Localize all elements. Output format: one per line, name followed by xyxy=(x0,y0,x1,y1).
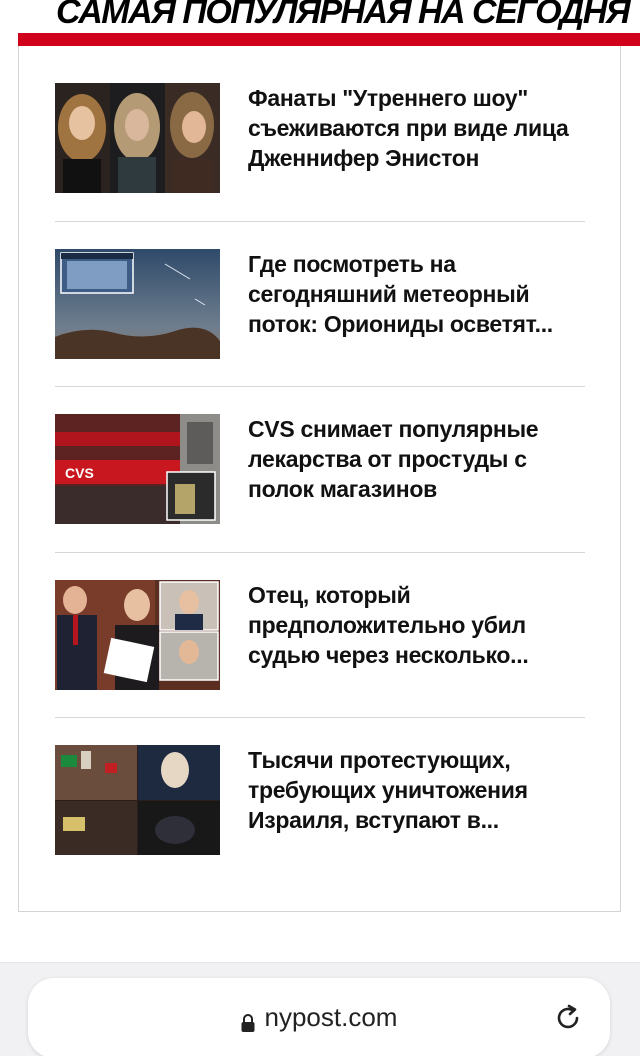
article-item-5[interactable]: Тысячи протестующих, требующих уничтожен… xyxy=(55,745,585,855)
article-thumbnail-4[interactable] xyxy=(55,580,220,690)
browser-bottom-bar: nypost.com xyxy=(0,962,640,1056)
article-headline-1[interactable]: Фанаты "Утреннего шоу" съеживаются при в… xyxy=(248,83,588,173)
article-item-1[interactable]: Фанаты "Утреннего шоу" съеживаются при в… xyxy=(55,83,585,193)
article-item-4[interactable]: Отец, который предположительно убил судь… xyxy=(55,580,585,690)
article-divider xyxy=(55,221,585,222)
address-bar[interactable]: nypost.com xyxy=(28,978,610,1056)
url-text: nypost.com xyxy=(264,1002,398,1032)
article-headline-2[interactable]: Где посмотреть на сегодняшний метеорный … xyxy=(248,249,588,339)
article-thumbnail-3[interactable]: CVS xyxy=(55,414,220,524)
article-thumbnail-2[interactable] xyxy=(55,249,220,359)
reload-icon[interactable] xyxy=(553,1003,583,1033)
address-display[interactable]: nypost.com xyxy=(28,1002,610,1033)
section-title: САМАЯ ПОПУЛЯРНАЯ НА СЕГОДНЯ xyxy=(56,0,631,31)
page: САМАЯ ПОПУЛЯРНАЯ НА СЕГОДНЯ Фанаты "Утре… xyxy=(0,0,640,1056)
article-divider xyxy=(55,552,585,553)
article-item-2[interactable]: Где посмотреть на сегодняшний метеорный … xyxy=(55,249,585,359)
article-divider xyxy=(55,386,585,387)
article-headline-4[interactable]: Отец, который предположительно убил судь… xyxy=(248,580,588,670)
article-divider xyxy=(55,717,585,718)
article-headline-3[interactable]: CVS снимает популярные лекарства от прос… xyxy=(248,414,588,504)
article-headline-5[interactable]: Тысячи протестующих, требующих уничтожен… xyxy=(248,745,588,835)
article-thumbnail-5[interactable] xyxy=(55,745,220,855)
lock-icon xyxy=(241,1008,255,1033)
section-red-bar xyxy=(18,33,640,46)
svg-text:CVS: CVS xyxy=(65,465,94,481)
article-item-3[interactable]: CVS CVS снимает популярные лекарства от … xyxy=(55,414,585,524)
article-thumbnail-1[interactable] xyxy=(55,83,220,193)
